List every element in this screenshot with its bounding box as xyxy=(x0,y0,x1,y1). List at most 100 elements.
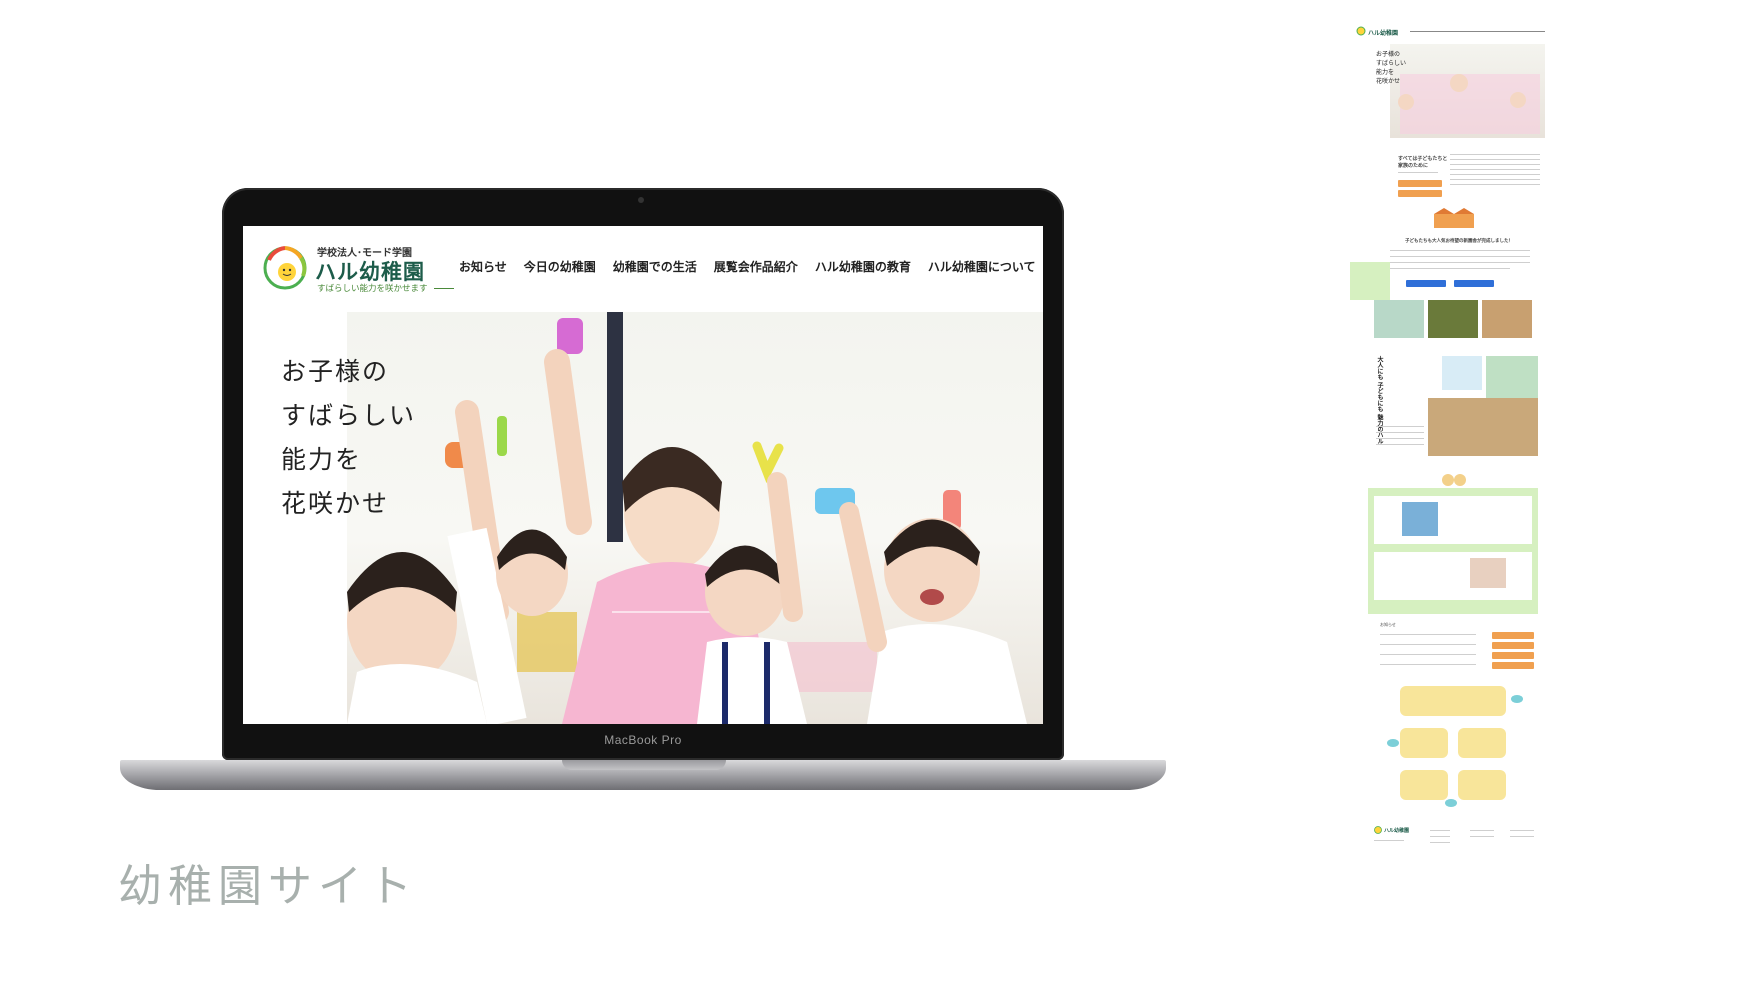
thumb-news-row[interactable] xyxy=(1380,644,1476,645)
thumb-yellow-card xyxy=(1400,686,1506,716)
thumb-text-line xyxy=(1376,444,1424,445)
thumb-blue-button[interactable] xyxy=(1406,280,1446,287)
thumb-text-line xyxy=(1376,438,1424,439)
thumb-footer-line xyxy=(1510,830,1534,831)
thumb-photo xyxy=(1486,356,1538,398)
thumb-footer-line xyxy=(1470,836,1494,837)
thumb-bird-icon xyxy=(1445,799,1457,807)
laptop-brand-label: MacBook Pro xyxy=(604,733,682,747)
laptop-base xyxy=(120,760,1166,790)
thumb-text-line xyxy=(1376,432,1424,433)
thumb-vertical-heading: 大人にも 子どもにも 魅力のハル xyxy=(1376,356,1383,444)
thumb-hero-line-4: 花咲かせ xyxy=(1376,78,1401,85)
thumb-orange-button[interactable] xyxy=(1492,662,1534,669)
thumb-mascot-icon xyxy=(1442,474,1466,486)
nav-item-today[interactable]: 今日の幼稚園 xyxy=(524,258,596,275)
thumb-text-line xyxy=(1450,174,1540,175)
page-caption: 幼稚園サイト xyxy=(118,861,418,912)
thumb-yellow-card xyxy=(1400,770,1448,800)
thumb-footer-line xyxy=(1374,840,1404,841)
thumb-footer-logo-icon xyxy=(1374,826,1382,834)
logo-tagline-text: すばらしい能力を咲かせます xyxy=(317,284,428,294)
thumb-vertical-line-3: 魅力のハル xyxy=(1376,414,1383,444)
thumb-text-line xyxy=(1390,268,1510,269)
thumb-section-heading: 子どもたちも大人気お待望の新園舎が完成しました！ xyxy=(1405,239,1513,244)
thumb-news-row[interactable] xyxy=(1380,664,1476,665)
thumb-footer-line xyxy=(1470,830,1494,831)
hero-illustration xyxy=(347,318,1027,724)
laptop-notch xyxy=(562,760,726,770)
thumb-vertical-line-1: 大人にも xyxy=(1376,356,1383,380)
thumb-photo xyxy=(1428,300,1478,338)
thumb-logo-icon xyxy=(1356,26,1366,36)
thumb-hero-line-3: 能力を xyxy=(1376,69,1395,76)
thumb-yellow-card xyxy=(1458,770,1506,800)
thumb-photo xyxy=(1482,300,1532,338)
thumb-nav xyxy=(1410,31,1545,32)
thumb-blue-button[interactable] xyxy=(1454,280,1494,287)
thumb-news-label: お知らせ xyxy=(1380,622,1396,627)
thumb-text-line xyxy=(1450,179,1540,180)
thumb-news-row[interactable] xyxy=(1380,634,1476,635)
logo-flower-icon[interactable] xyxy=(263,246,307,290)
thumb-news-row[interactable] xyxy=(1380,654,1476,655)
nav-item-education[interactable]: ハル幼稚園の教育 xyxy=(815,258,911,275)
thumb-hero-photo xyxy=(1390,44,1545,138)
thumb-orange-button[interactable] xyxy=(1492,652,1534,659)
thumb-intro-line-1: すべては子どもたちと xyxy=(1398,156,1448,162)
thumb-intro-line-2: 家族のために xyxy=(1398,163,1429,169)
main-nav: お知らせ 今日の幼稚園 幼稚園での生活 展覧会作品紹介 ハル幼稚園の教育 ハル幼… xyxy=(459,258,1035,275)
thumb-orange-button[interactable] xyxy=(1492,642,1534,649)
thumb-green-block xyxy=(1350,262,1390,300)
thumb-hero-line-1: お子様の xyxy=(1376,51,1401,58)
thumb-text-line xyxy=(1390,250,1530,251)
camera-dot xyxy=(638,197,644,203)
thumb-hero-copy: お子様の すばらしい 能力を 花咲かせ xyxy=(1376,50,1406,86)
thumb-building-icon xyxy=(1434,208,1474,228)
hero-copy-line-1: お子様の xyxy=(281,357,390,386)
hero-copy-line-2: すばらしい xyxy=(281,401,417,430)
thumb-vertical-line-2: 子どもにも xyxy=(1376,382,1383,412)
thumb-footer-logo: ハル幼稚園 xyxy=(1384,828,1410,834)
laptop-screen: 学校法人･モード学園 ハル幼稚園 すばらしい能力を咲かせます お知らせ 今日の幼… xyxy=(243,226,1043,724)
thumb-text-line xyxy=(1390,256,1530,257)
thumb-text-line xyxy=(1450,169,1540,170)
thumb-text-line xyxy=(1450,164,1540,165)
thumb-text-line xyxy=(1398,172,1438,173)
site-header: 学校法人･モード学園 ハル幼稚園 すばらしい能力を咲かせます お知らせ 今日の幼… xyxy=(243,226,1043,300)
thumb-text-line xyxy=(1450,159,1540,160)
thumb-text-line xyxy=(1450,184,1540,185)
page-thumbnail: ハル幼稚園 お子様の すばらしい 能力を 花咲かせ すべては子どもたちと 家族の… xyxy=(1350,22,1550,952)
thumb-orange-button[interactable] xyxy=(1398,180,1442,187)
thumb-photo xyxy=(1442,356,1482,390)
thumb-orange-button[interactable] xyxy=(1398,190,1442,197)
thumb-footer-line xyxy=(1430,830,1450,831)
hero-copy-line-3: 能力を xyxy=(281,445,363,474)
thumb-footer-line xyxy=(1430,836,1450,837)
thumb-photo xyxy=(1374,300,1424,338)
thumb-yellow-card xyxy=(1458,728,1506,758)
thumb-footer-line xyxy=(1430,842,1450,843)
thumb-hero-line-2: すばらしい xyxy=(1376,60,1407,67)
thumb-yellow-card xyxy=(1400,728,1448,758)
thumb-text-line xyxy=(1390,262,1530,263)
thumb-bird-icon xyxy=(1511,695,1523,703)
thumb-orange-button[interactable] xyxy=(1492,632,1534,639)
tagline-divider xyxy=(433,288,454,289)
hero-copy: お子様の すばらしい 能力を 花咲かせ xyxy=(281,350,416,526)
hero-copy-line-4: 花咲かせ xyxy=(281,489,390,518)
nav-item-exhibition[interactable]: 展覧会作品紹介 xyxy=(714,258,798,275)
thumb-text-line xyxy=(1376,426,1424,427)
logo-tagline: すばらしい能力を咲かせます xyxy=(317,282,454,294)
thumb-photo xyxy=(1428,398,1538,456)
thumb-card xyxy=(1374,552,1532,600)
thumb-intro-heading: すべては子どもたちと 家族のために xyxy=(1398,156,1447,170)
nav-item-life[interactable]: 幼稚園での生活 xyxy=(613,258,697,275)
thumb-text-line xyxy=(1450,154,1540,155)
nav-item-news[interactable]: お知らせ xyxy=(459,258,507,275)
nav-item-about[interactable]: ハル幼稚園について xyxy=(928,258,1036,275)
thumb-bird-icon xyxy=(1387,739,1399,747)
thumb-card xyxy=(1374,496,1532,544)
laptop-lid: 学校法人･モード学園 ハル幼稚園 すばらしい能力を咲かせます お知らせ 今日の幼… xyxy=(222,188,1064,760)
thumb-logo-name: ハル幼稚園 xyxy=(1368,30,1399,37)
